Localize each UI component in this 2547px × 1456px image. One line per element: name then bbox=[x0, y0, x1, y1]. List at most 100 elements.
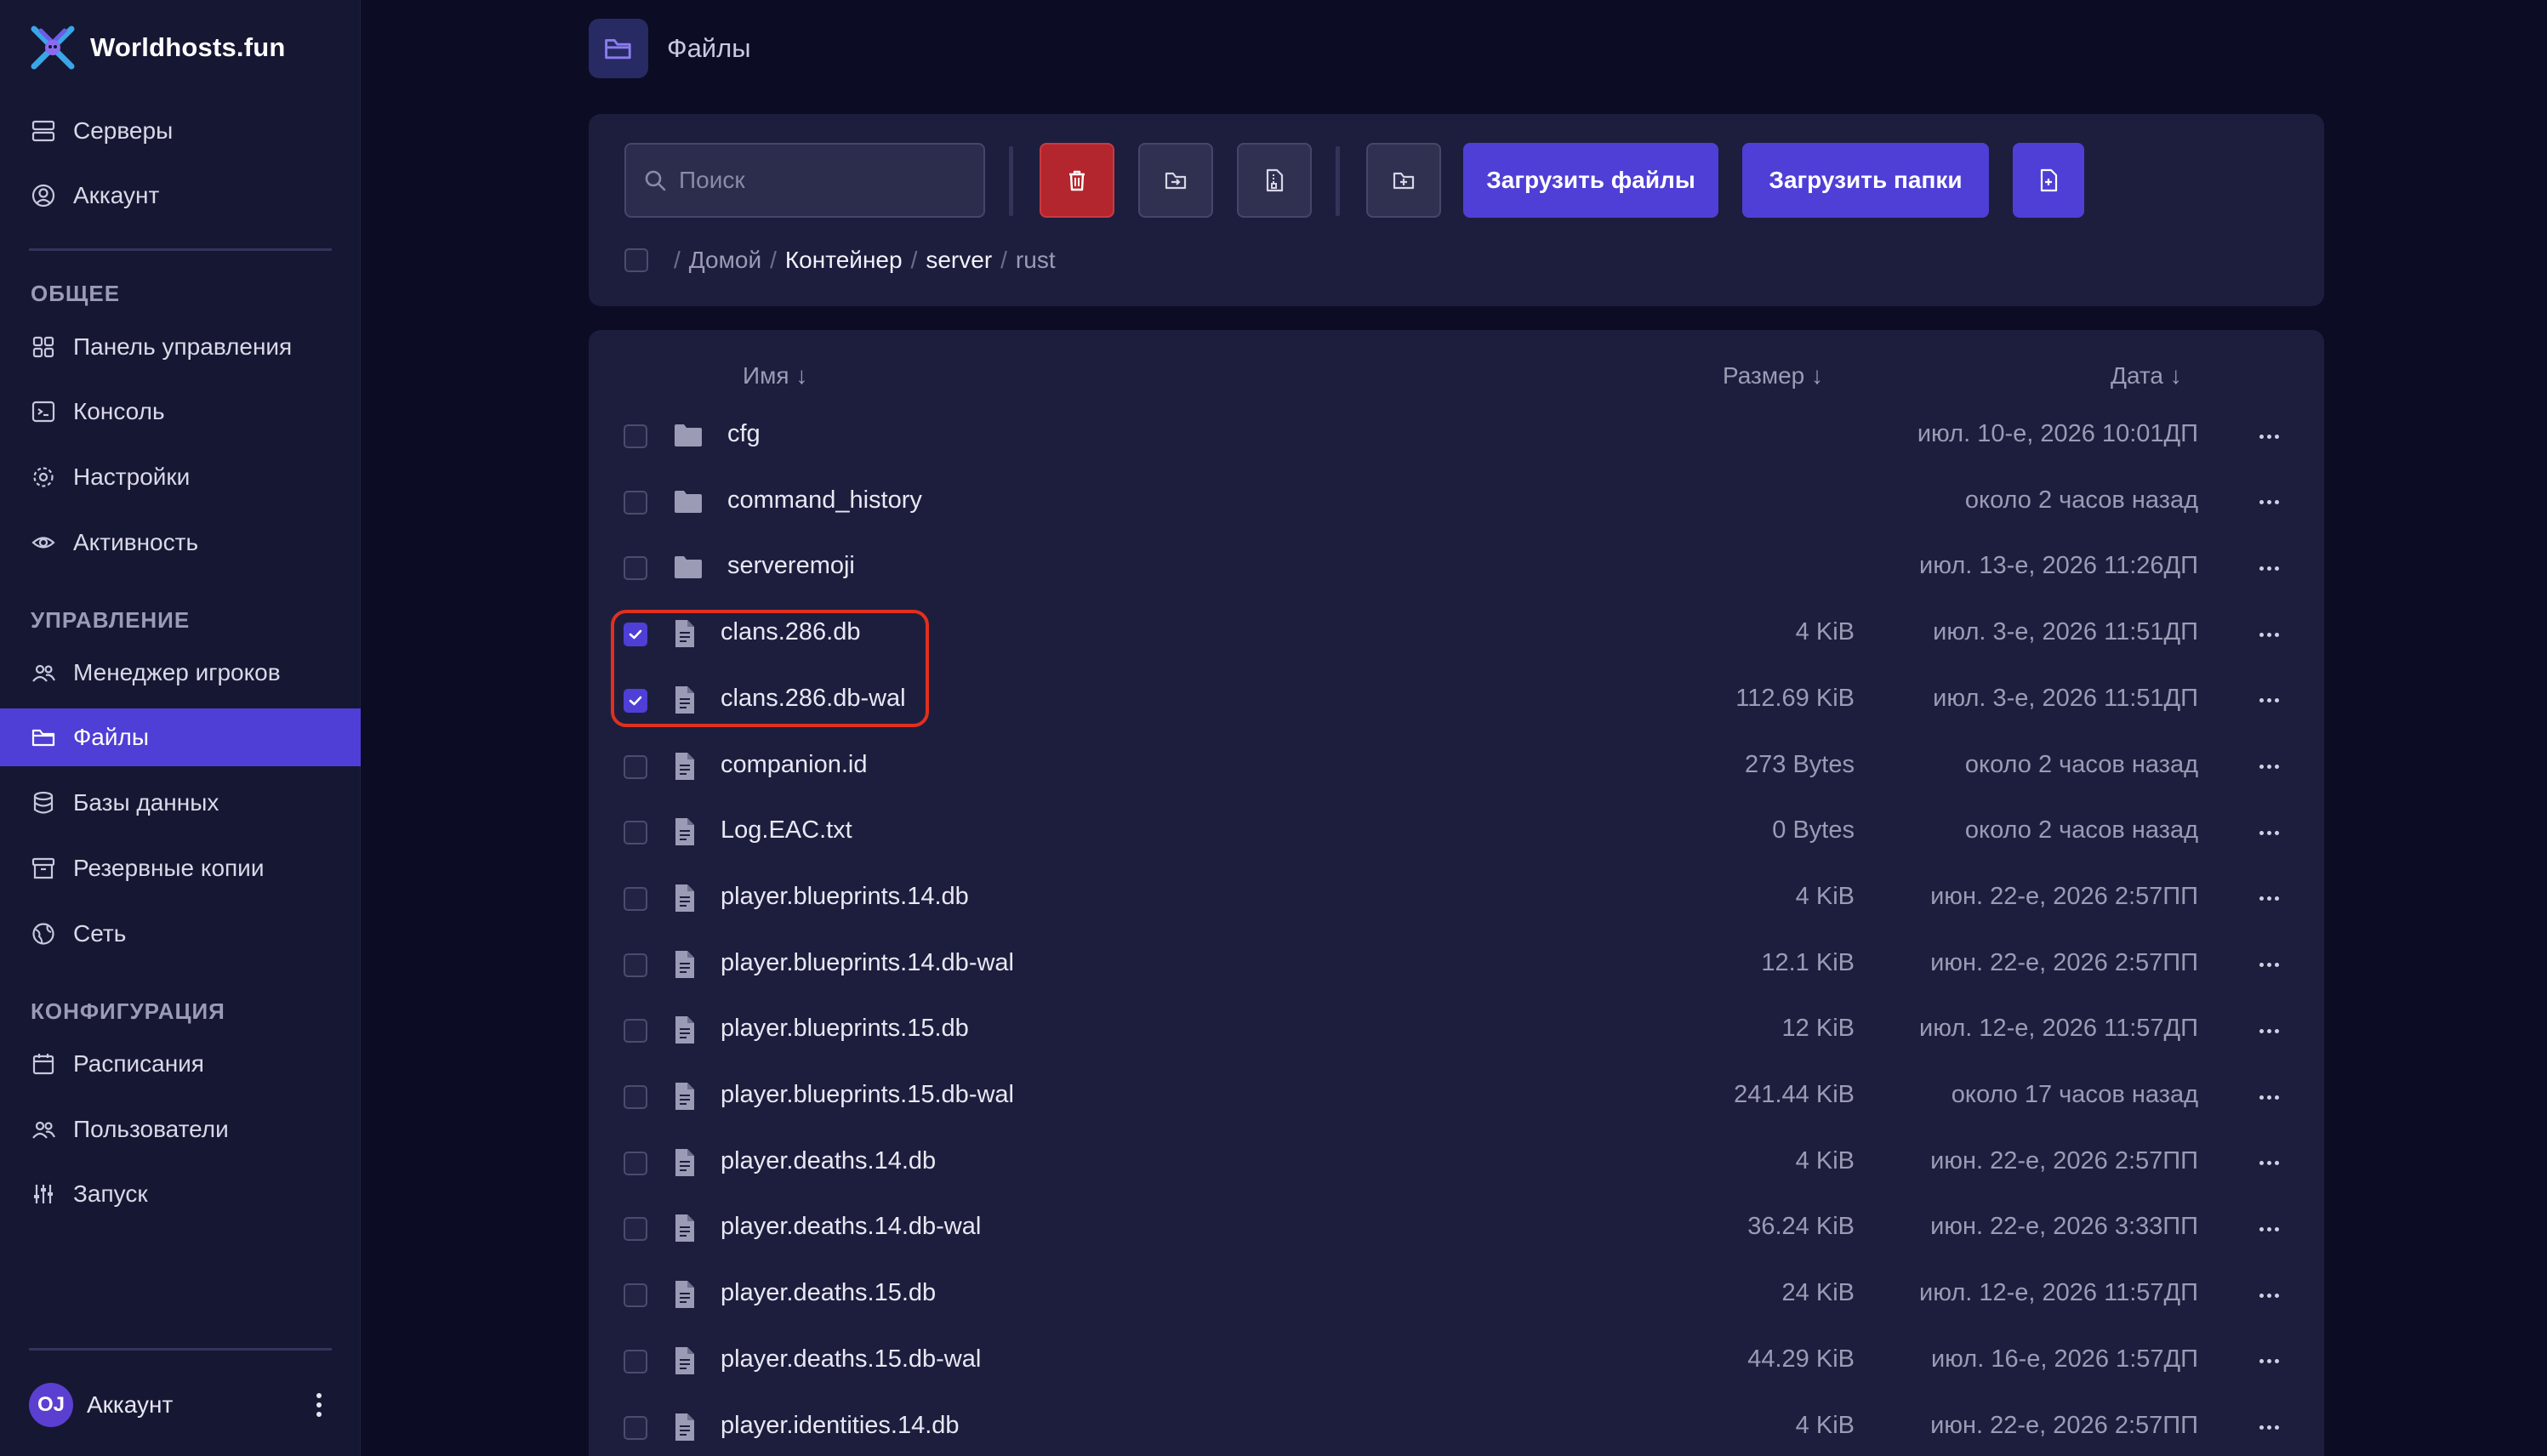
sidebar-item-console[interactable]: Консоль bbox=[0, 383, 361, 441]
row-actions-icon[interactable] bbox=[2248, 1413, 2290, 1442]
table-row[interactable]: companion.id 273 Bytes около 2 часов назад bbox=[589, 734, 2324, 800]
file-name[interactable]: player.deaths.15.db bbox=[721, 1279, 936, 1307]
table-row[interactable]: player.blueprints.14.db-wal 12.1 KiB июн. … bbox=[589, 932, 2324, 998]
sidebar-item-databases[interactable]: Базы данных bbox=[0, 774, 361, 832]
row-actions-icon[interactable] bbox=[2248, 1347, 2290, 1376]
row-checkbox[interactable] bbox=[624, 1019, 647, 1044]
file-name[interactable]: player.blueprints.14.db-wal bbox=[721, 949, 1014, 977]
row-checkbox[interactable] bbox=[624, 754, 647, 779]
file-name[interactable]: player.blueprints.15.db bbox=[721, 1015, 969, 1043]
sidebar-item-player-manager[interactable]: Менеджер игроков bbox=[0, 644, 361, 702]
upload-folders-button[interactable]: Загрузить папки bbox=[1742, 143, 1989, 218]
table-row[interactable]: serveremoji июл. 13-е, 2026 11:26ДП bbox=[589, 535, 2324, 601]
row-checkbox[interactable] bbox=[624, 886, 647, 911]
file-name[interactable]: player.identities.14.db bbox=[721, 1412, 960, 1440]
sidebar-item-settings[interactable]: Настройки bbox=[0, 448, 361, 506]
row-actions-icon[interactable] bbox=[2248, 1016, 2290, 1045]
file-name[interactable]: player.deaths.15.db-wal bbox=[721, 1345, 981, 1374]
file-name[interactable]: clans.286.db bbox=[721, 618, 860, 646]
row-checkbox[interactable] bbox=[624, 1283, 647, 1308]
row-checkbox[interactable] bbox=[624, 1217, 647, 1242]
table-row[interactable]: player.deaths.14.db-wal 36.24 KiB июн. 22-… bbox=[589, 1196, 2324, 1262]
file-size: 36.24 KiB bbox=[1747, 1213, 1855, 1241]
row-actions-icon[interactable] bbox=[2248, 951, 2290, 980]
row-actions-icon[interactable] bbox=[2248, 422, 2290, 451]
row-actions-icon[interactable] bbox=[2248, 488, 2290, 517]
table-row[interactable]: player.blueprints.15.db-wal 241.44 KiB око… bbox=[589, 1064, 2324, 1130]
file-name[interactable]: player.deaths.14.db bbox=[721, 1147, 936, 1175]
sidebar-item-network[interactable]: Сеть bbox=[0, 905, 361, 963]
file-name[interactable]: player.deaths.14.db-wal bbox=[721, 1213, 981, 1241]
sidebar-item-activity[interactable]: Активность bbox=[0, 514, 361, 572]
move-button[interactable] bbox=[1138, 143, 1213, 218]
row-actions-icon[interactable] bbox=[2248, 1281, 2290, 1310]
row-checkbox[interactable] bbox=[624, 1349, 647, 1374]
sidebar-item-account[interactable]: Аккаунт bbox=[0, 167, 361, 225]
brand[interactable]: Worldhosts.fun bbox=[29, 22, 286, 73]
gear-icon bbox=[33, 467, 54, 487]
select-all-checkbox[interactable] bbox=[624, 248, 648, 272]
trash-icon bbox=[1069, 170, 1085, 191]
file-name[interactable]: serveremoji bbox=[727, 552, 855, 580]
breadcrumb-item[interactable]: server bbox=[926, 247, 992, 274]
sidebar-item-servers[interactable]: Серверы bbox=[0, 102, 361, 160]
sidebar-item-dashboard[interactable]: Панель управления bbox=[0, 318, 361, 376]
row-checkbox[interactable] bbox=[624, 953, 647, 977]
breadcrumb-item[interactable]: Домой bbox=[689, 247, 761, 274]
row-actions-icon[interactable] bbox=[2248, 686, 2290, 715]
column-header-date[interactable]: Дата ↓ bbox=[2111, 362, 2182, 390]
file-name[interactable]: command_history bbox=[727, 486, 922, 515]
sidebar-item-schedules[interactable]: Расписания bbox=[0, 1035, 361, 1093]
row-actions-icon[interactable] bbox=[2248, 554, 2290, 583]
account-footer[interactable]: OJ Аккаунт bbox=[29, 1382, 332, 1428]
column-header-size[interactable]: Размер ↓ bbox=[1723, 362, 1823, 390]
search-field[interactable] bbox=[624, 143, 985, 218]
table-row[interactable]: player.deaths.15.db-wal 44.29 KiB июл. 16-… bbox=[589, 1328, 2324, 1395]
row-actions-icon[interactable] bbox=[2248, 620, 2290, 649]
table-row[interactable]: command_history около 2 часов назад bbox=[589, 469, 2324, 536]
row-actions-icon[interactable] bbox=[2248, 884, 2290, 913]
new-folder-button[interactable] bbox=[1366, 143, 1441, 218]
archive-button[interactable] bbox=[1237, 143, 1312, 218]
table-row[interactable]: clans.286.db 4 KiB июл. 3-е, 2026 11:51ДП bbox=[589, 601, 2324, 668]
sidebar-item-files[interactable]: Файлы bbox=[0, 708, 361, 766]
row-checkbox[interactable] bbox=[624, 1415, 647, 1440]
sidebar-item-users[interactable]: Пользователи bbox=[0, 1101, 361, 1158]
file-name[interactable]: player.blueprints.14.db bbox=[721, 883, 969, 911]
row-checkbox[interactable] bbox=[624, 556, 647, 581]
sidebar-item-backups[interactable]: Резервные копии bbox=[0, 839, 361, 897]
new-file-button[interactable] bbox=[2013, 143, 2084, 218]
file-name[interactable]: cfg bbox=[727, 420, 761, 448]
row-checkbox[interactable] bbox=[624, 490, 647, 515]
row-actions-icon[interactable] bbox=[2248, 753, 2290, 782]
file-name[interactable]: Log.EAC.txt bbox=[721, 816, 852, 845]
table-row[interactable]: player.blueprints.15.db 12 KiB июл. 12-е, … bbox=[589, 998, 2324, 1064]
column-header-name[interactable]: Имя ↓ bbox=[743, 362, 807, 390]
table-row[interactable]: player.deaths.14.db 4 KiB июн. 22-е, 2026 … bbox=[589, 1130, 2324, 1197]
table-row[interactable]: player.identities.14.db 4 KiB июн. 22-е, 2… bbox=[589, 1395, 2324, 1456]
table-row[interactable]: cfg июл. 10-е, 2026 10:01ДП bbox=[589, 403, 2324, 469]
row-actions-icon[interactable] bbox=[2248, 1083, 2290, 1112]
breadcrumb-item[interactable]: Контейнер bbox=[785, 247, 903, 274]
file-name[interactable]: companion.id bbox=[721, 751, 868, 779]
file-name[interactable]: clans.286.db-wal bbox=[721, 685, 906, 713]
table-row[interactable]: player.deaths.15.db 24 KiB июл. 12-е, 2026… bbox=[589, 1262, 2324, 1328]
table-row[interactable]: Log.EAC.txt 0 Bytes около 2 часов назад bbox=[589, 799, 2324, 866]
row-actions-icon[interactable] bbox=[2248, 1149, 2290, 1178]
row-checkbox[interactable] bbox=[624, 1085, 647, 1109]
row-actions-icon[interactable] bbox=[2248, 1214, 2290, 1243]
row-checkbox[interactable] bbox=[624, 821, 647, 845]
table-row[interactable]: clans.286.db-wal 112.69 KiB июл. 3-е, 2026… bbox=[589, 668, 2324, 734]
search-input[interactable] bbox=[679, 167, 968, 194]
row-checkbox[interactable] bbox=[624, 424, 647, 448]
row-checkbox[interactable] bbox=[624, 1151, 647, 1175]
account-menu-icon[interactable] bbox=[306, 1388, 332, 1422]
row-checkbox[interactable] bbox=[624, 623, 647, 647]
sidebar-item-startup[interactable]: Запуск bbox=[0, 1165, 361, 1223]
row-actions-icon[interactable] bbox=[2248, 818, 2290, 847]
delete-button[interactable] bbox=[1040, 143, 1114, 218]
upload-files-button[interactable]: Загрузить файлы bbox=[1463, 143, 1718, 218]
row-checkbox[interactable] bbox=[624, 688, 647, 713]
table-row[interactable]: player.blueprints.14.db 4 KiB июн. 22-е, 2… bbox=[589, 866, 2324, 932]
file-name[interactable]: player.blueprints.15.db-wal bbox=[721, 1081, 1014, 1109]
